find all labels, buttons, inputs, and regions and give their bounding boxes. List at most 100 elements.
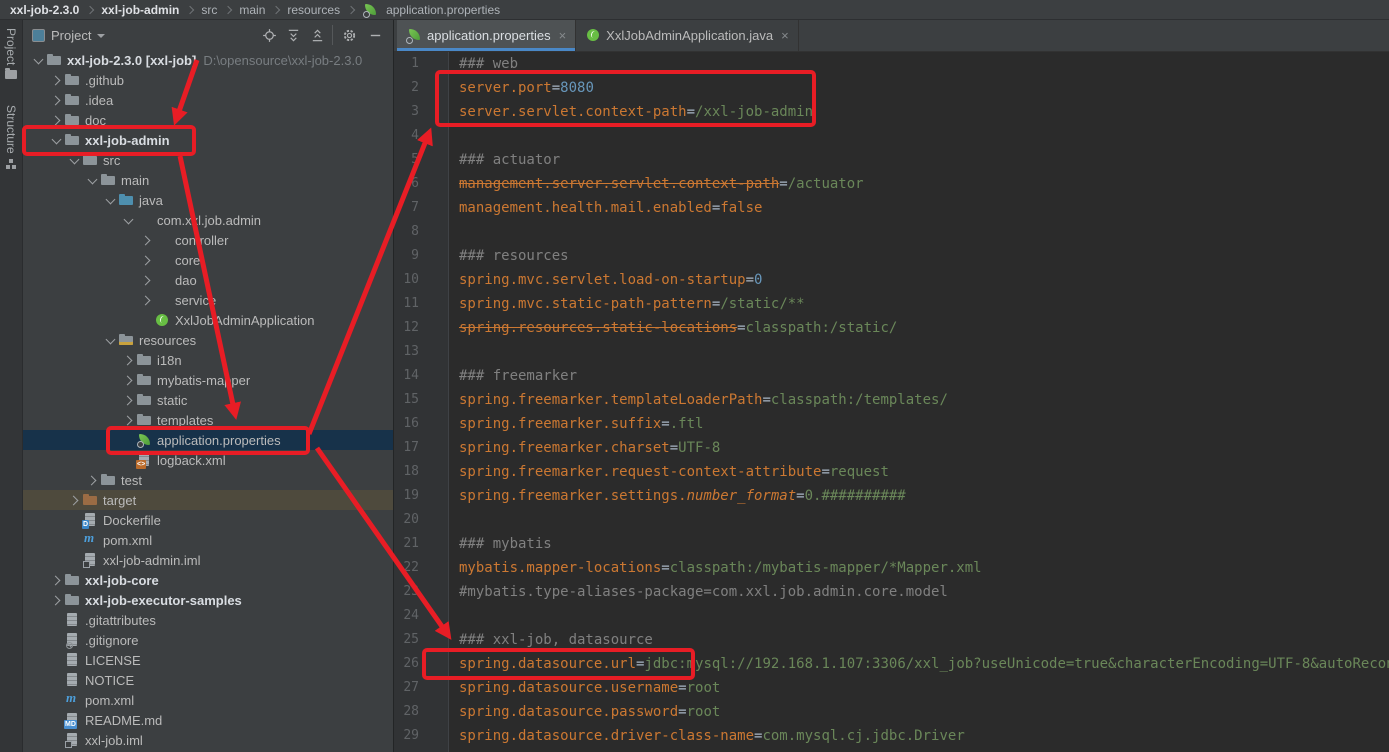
breadcrumb-item[interactable]: application.properties	[362, 2, 500, 18]
editor-tab[interactable]: XxlJobAdminApplication.java×	[576, 20, 799, 51]
chevron-closed-icon[interactable]	[121, 373, 136, 388]
tree-row[interactable]: .gitattributes	[23, 610, 393, 630]
settings-icon[interactable]	[332, 25, 363, 45]
tree-row[interactable]: templates	[23, 410, 393, 430]
editor-code-area[interactable]: 1### web2server.port=80803server.servlet…	[394, 52, 1389, 752]
tree-row[interactable]: controller	[23, 230, 393, 250]
tree-row[interactable]: dao	[23, 270, 393, 290]
tree-row[interactable]: xxl-job-core	[23, 570, 393, 590]
code-line[interactable]: #mybatis.type-aliases-package=com.xxl.jo…	[448, 580, 948, 604]
breadcrumb-item[interactable]: xxl-job-admin	[101, 3, 179, 17]
tree-row[interactable]: target	[23, 490, 393, 510]
code-line[interactable]: management.server.servlet.context-path=/…	[448, 172, 864, 196]
tree-row[interactable]: src	[23, 150, 393, 170]
tree-row[interactable]: xxl-job-executor-samples	[23, 590, 393, 610]
tree-row[interactable]: xxl-job-admin.iml	[23, 550, 393, 570]
code-line[interactable]: spring.datasource.url=jdbc:mysql://192.1…	[448, 652, 1389, 676]
chevron-open-icon[interactable]	[31, 53, 46, 68]
tree-row[interactable]: README.md	[23, 710, 393, 730]
stripe-button-structure[interactable]: Structure	[4, 105, 18, 169]
tree-row[interactable]: java	[23, 190, 393, 210]
tree-row[interactable]: main	[23, 170, 393, 190]
tree-row[interactable]: .gitignore	[23, 630, 393, 650]
chevron-closed-icon[interactable]	[49, 73, 64, 88]
tree-row[interactable]: NOTICE	[23, 670, 393, 690]
code-line[interactable]: ### xxl-job, datasource	[448, 628, 653, 652]
chevron-closed-icon[interactable]	[49, 593, 64, 608]
chevron-closed-icon[interactable]	[139, 293, 154, 308]
tree-row[interactable]: Dockerfile	[23, 510, 393, 530]
tree-row[interactable]: mybatis-mapper	[23, 370, 393, 390]
chevron-closed-icon[interactable]	[49, 573, 64, 588]
tree-row[interactable]: static	[23, 390, 393, 410]
code-line[interactable]: spring.freemarker.settings.number_format…	[448, 484, 906, 508]
chevron-open-icon[interactable]	[85, 173, 100, 188]
tree-row[interactable]: test	[23, 470, 393, 490]
code-line[interactable]: spring.datasource.password=root	[448, 700, 720, 724]
code-line[interactable]: spring.datasource.driver-class-name=com.…	[448, 724, 965, 748]
tree-row[interactable]: service	[23, 290, 393, 310]
chevron-closed-icon[interactable]	[121, 353, 136, 368]
tree-row[interactable]: core	[23, 250, 393, 270]
chevron-closed-icon[interactable]	[49, 113, 64, 128]
code-line[interactable]: spring.mvc.servlet.load-on-startup=0	[448, 268, 762, 292]
code-line[interactable]	[448, 340, 459, 364]
tree-row[interactable]: resources	[23, 330, 393, 350]
chevron-closed-icon[interactable]	[49, 93, 64, 108]
code-line[interactable]	[448, 604, 459, 628]
breadcrumb-item[interactable]: src	[201, 3, 217, 17]
breadcrumb-item[interactable]: xxl-job-2.3.0	[10, 3, 79, 17]
tree-row[interactable]: logback.xml	[23, 450, 393, 470]
code-line[interactable]: ### resources	[448, 244, 569, 268]
code-line[interactable]: management.health.mail.enabled=false	[448, 196, 762, 220]
tree-row[interactable]: xxl-job.iml	[23, 730, 393, 750]
tree-row[interactable]: application.properties	[23, 430, 393, 450]
tree-row[interactable]: XxlJobAdminApplication	[23, 310, 393, 330]
code-line[interactable]: ### web	[448, 52, 518, 76]
chevron-closed-icon[interactable]	[139, 233, 154, 248]
chevron-closed-icon[interactable]	[85, 473, 100, 488]
tab-close-icon[interactable]: ×	[559, 29, 567, 42]
chevron-closed-icon[interactable]	[139, 273, 154, 288]
code-line[interactable]: spring.freemarker.templateLoaderPath=cla…	[448, 388, 948, 412]
tree-row[interactable]: doc	[23, 110, 393, 130]
tree-row[interactable]: com.xxl.job.admin	[23, 210, 393, 230]
editor-tab[interactable]: application.properties×	[397, 20, 576, 51]
chevron-down-icon[interactable]	[97, 34, 105, 42]
chevron-open-icon[interactable]	[49, 133, 64, 148]
tree-row[interactable]: xxl-job-2.3.0 [xxl-job]D:\opensource\xxl…	[23, 50, 393, 70]
chevron-open-icon[interactable]	[67, 153, 82, 168]
code-line[interactable]: ### freemarker	[448, 364, 577, 388]
chevron-closed-icon[interactable]	[121, 393, 136, 408]
breadcrumb-item[interactable]: main	[239, 3, 265, 17]
code-line[interactable]: spring.datasource.username=root	[448, 676, 720, 700]
code-line[interactable]: server.servlet.context-path=/xxl-job-adm…	[448, 100, 813, 124]
tree-row[interactable]: LICENSE	[23, 650, 393, 670]
code-line[interactable]: mybatis.mapper-locations=classpath:/myba…	[448, 556, 982, 580]
chevron-open-icon[interactable]	[103, 333, 118, 348]
tree-row[interactable]: pom.xml	[23, 530, 393, 550]
code-line[interactable]: spring.freemarker.request-context-attrib…	[448, 460, 889, 484]
tree-row[interactable]: .idea	[23, 90, 393, 110]
tree-row[interactable]: i18n	[23, 350, 393, 370]
tree-row[interactable]: .github	[23, 70, 393, 90]
code-line[interactable]: spring.resources.static-locations=classp…	[448, 316, 897, 340]
chevron-closed-icon[interactable]	[121, 413, 136, 428]
expand-all-icon[interactable]	[281, 25, 305, 45]
code-line[interactable]	[448, 220, 459, 244]
code-line[interactable]	[448, 124, 459, 148]
tree-row[interactable]: xxl-job-admin	[23, 130, 393, 150]
chevron-open-icon[interactable]	[103, 193, 118, 208]
stripe-button-project[interactable]: Project	[4, 28, 18, 79]
code-line[interactable]: ### mybatis	[448, 532, 552, 556]
locate-icon[interactable]	[257, 25, 281, 45]
tab-close-icon[interactable]: ×	[781, 29, 789, 42]
hide-icon[interactable]	[363, 25, 387, 45]
code-line[interactable]: spring.freemarker.suffix=.ftl	[448, 412, 703, 436]
code-line[interactable]: spring.freemarker.charset=UTF-8	[448, 436, 720, 460]
code-line[interactable]: ### actuator	[448, 148, 560, 172]
code-line[interactable]	[448, 508, 459, 532]
chevron-closed-icon[interactable]	[67, 493, 82, 508]
chevron-open-icon[interactable]	[121, 213, 136, 228]
collapse-all-icon[interactable]	[305, 25, 329, 45]
